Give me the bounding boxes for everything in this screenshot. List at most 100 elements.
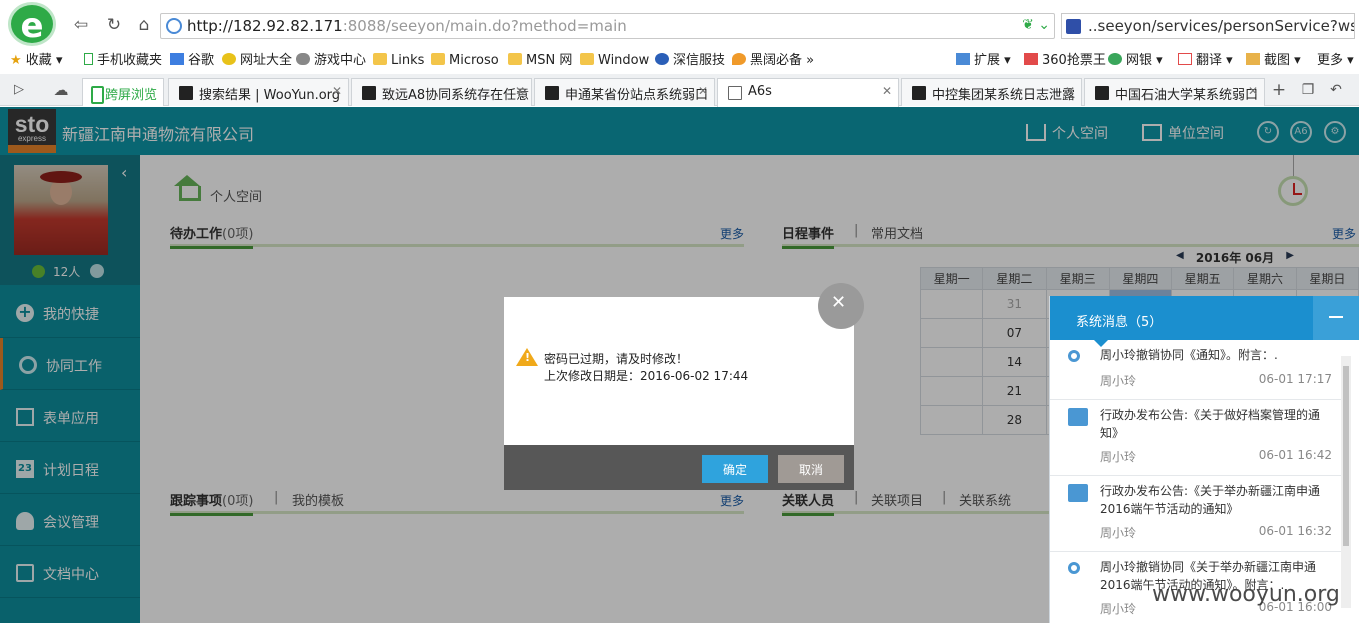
bookmark-extensions[interactable]: 扩展 ▾ [956, 51, 1011, 71]
translate-icon [1178, 53, 1192, 65]
minimize-icon[interactable] [1313, 296, 1359, 340]
document-icon [728, 86, 742, 100]
search-input[interactable]: ..seeyon/services/personService?wsdl [1061, 13, 1355, 39]
close-icon[interactable]: ✕ [1248, 84, 1258, 98]
google-icon [170, 53, 184, 65]
reload-icon[interactable]: ↻ [103, 14, 125, 36]
message-item[interactable]: 周小玲撤销协同《通知》。附言：. 周小玲 06-01 17:17 [1050, 340, 1350, 400]
message-text: 行政办发布公告:《关于做好档案管理的通知》 [1100, 408, 1321, 440]
tab-cup-weakpass[interactable]: 中国石油大学某系统弱口 ✕ [1084, 78, 1265, 106]
close-icon[interactable]: ✕ [515, 84, 525, 98]
folder-icon [431, 53, 445, 65]
scissors-icon [1246, 53, 1260, 65]
close-icon[interactable]: ✕ [1065, 84, 1075, 98]
message-sender: 周小玲 [1100, 374, 1137, 388]
bookmark-windows[interactable]: Window [580, 51, 649, 71]
close-icon[interactable]: ✕ [698, 84, 708, 98]
tab-a6s[interactable]: A6s ✕ [717, 78, 899, 107]
message-text: 行政办发布公告:《关于举办新疆江南申通2016端午节活动的通知》 [1100, 484, 1321, 516]
folder-icon [373, 53, 387, 65]
collaboration-icon [1068, 350, 1080, 362]
sidebar-toggle-icon[interactable]: ▷ [8, 79, 30, 101]
shield-icon [732, 53, 746, 65]
page-icon [179, 86, 193, 100]
tab-sto-weakpass[interactable]: 申通某省份站点系统弱口 ✕ [534, 78, 715, 106]
bookmark-google[interactable]: 谷歌 [170, 51, 214, 71]
close-icon[interactable]: ✕ [332, 84, 342, 98]
address-bar[interactable]: http://182.92.82.171:8088/seeyon/main.do… [160, 13, 1055, 39]
folder-icon [580, 53, 594, 65]
page-icon [912, 86, 926, 100]
dialog-footer: 确定 取消 [504, 445, 854, 490]
phone-icon [84, 53, 93, 65]
tab-list-icon[interactable]: ❐ [1297, 79, 1319, 101]
page-icon [362, 86, 376, 100]
close-icon[interactable]: ✕ [818, 283, 864, 329]
tab-strip: ▷ ☁ 跨屏浏览 搜索结果 | WooYun.org ✕ 致远A8协同系统存在任意… [0, 74, 1359, 107]
bookmarks-bar: ★ 收藏 ▾ 手机收藏夹 谷歌 网址大全 游戏中心 Links Microso … [0, 48, 1359, 74]
bookmark-sangfor[interactable]: 深信服技 [655, 51, 725, 71]
message-item[interactable]: 行政办发布公告:《关于做好档案管理的通知》 周小玲 06-01 16:42 [1050, 400, 1350, 476]
message-item[interactable]: 行政办发布公告:《关于举办新疆江南申通2016端午节活动的通知》 周小玲 06-… [1050, 476, 1350, 552]
tab-wooyun-search[interactable]: 搜索结果 | WooYun.org ✕ [168, 78, 349, 106]
collaboration-icon [1068, 562, 1080, 574]
dialog-message-line2: 上次修改日期是：2016-06-02 17:44 [544, 369, 749, 383]
globe-icon [655, 53, 669, 65]
bookmark-hacker[interactable]: 黑阔必备 » [732, 51, 814, 71]
system-messages-panel: 系统消息（5） 周小玲撤销协同《通知》。附言：. 周小玲 06-01 17:17… [1049, 296, 1359, 623]
message-time: 06-01 17:17 [1258, 372, 1332, 386]
page-icon [545, 86, 559, 100]
address-text: http://182.92.82.171:8088/seeyon/main.do… [187, 17, 627, 35]
ticket-icon [1024, 53, 1038, 65]
star-icon: ★ [10, 53, 22, 68]
bookmark-more[interactable]: 更多 ▾ [1317, 51, 1354, 71]
bookmark-bank[interactable]: 网银 ▾ [1108, 51, 1163, 71]
dialog-message-line1: 密码已过期，请及时修改！ [544, 352, 689, 366]
warning-icon: ! [516, 348, 538, 366]
search-engine-icon [1066, 19, 1081, 34]
bookmark-links[interactable]: Links [373, 51, 424, 71]
bookmark-translate[interactable]: 翻译 ▾ [1178, 51, 1233, 71]
grid-icon [956, 53, 970, 65]
announcement-icon [1068, 408, 1088, 426]
folder-icon [508, 53, 522, 65]
bookmark-games[interactable]: 游戏中心 [296, 51, 366, 71]
message-sender: 周小玲 [1100, 602, 1137, 616]
browser-logo-icon: e [8, 2, 56, 46]
back-icon[interactable]: ⇦ [70, 14, 92, 36]
bookmark-tickets[interactable]: 360抢票王 [1024, 51, 1106, 71]
tab-seeyon-vuln[interactable]: 致远A8协同系统存在任意 ✕ [351, 78, 532, 106]
home-icon[interactable]: ⌂ [133, 14, 155, 36]
cloud-icon[interactable]: ☁ [50, 79, 72, 101]
tab-cross-screen[interactable]: 跨屏浏览 [82, 78, 164, 106]
messages-scrollbar[interactable] [1341, 356, 1351, 608]
bookmark-screenshot[interactable]: 截图 ▾ [1246, 51, 1301, 71]
bookmark-mobile[interactable]: 手机收藏夹 [84, 51, 162, 71]
message-sender: 周小玲 [1100, 526, 1137, 540]
cancel-button[interactable]: 取消 [778, 455, 844, 483]
bank-icon [1108, 53, 1122, 65]
browser-toolbar: e ⇦ ↻ ⌂ http://182.92.82.171:8088/seeyon… [0, 0, 1359, 48]
message-time: 06-01 16:32 [1258, 524, 1332, 538]
new-tab-icon[interactable]: + [1268, 79, 1290, 101]
bookmark-sites[interactable]: 网址大全 [222, 51, 292, 71]
undo-icon[interactable]: ↶ [1325, 79, 1347, 101]
message-sender: 周小玲 [1100, 450, 1137, 464]
password-expired-dialog: ✕ ! 密码已过期，请及时修改！ 上次修改日期是：2016-06-02 17:4… [504, 283, 864, 490]
globe-icon [166, 18, 182, 34]
message-time: 06-01 16:42 [1258, 448, 1332, 462]
tab-zkong-log[interactable]: 中控集团某系统日志泄露 ✕ [901, 78, 1082, 106]
close-icon[interactable]: ✕ [882, 84, 892, 98]
leaf-icon[interactable]: ❦ ⌄ [1022, 17, 1050, 33]
bookmark-microsoft[interactable]: Microso [431, 51, 499, 71]
confirm-button[interactable]: 确定 [702, 455, 768, 483]
watermark: www.wooyun.org [1152, 582, 1340, 607]
announcement-icon [1068, 484, 1088, 502]
dialog-message: 密码已过期，请及时修改！ 上次修改日期是：2016-06-02 17:44 [544, 351, 748, 385]
bookmark-favorites[interactable]: ★ 收藏 ▾ [10, 51, 62, 71]
gamepad-icon [296, 53, 310, 65]
bookmark-msn[interactable]: MSN 网 [508, 51, 572, 71]
page-icon [1095, 86, 1109, 100]
sites-icon [222, 53, 236, 65]
message-text: 周小玲撤销协同《通知》。附言：. [1100, 348, 1278, 362]
